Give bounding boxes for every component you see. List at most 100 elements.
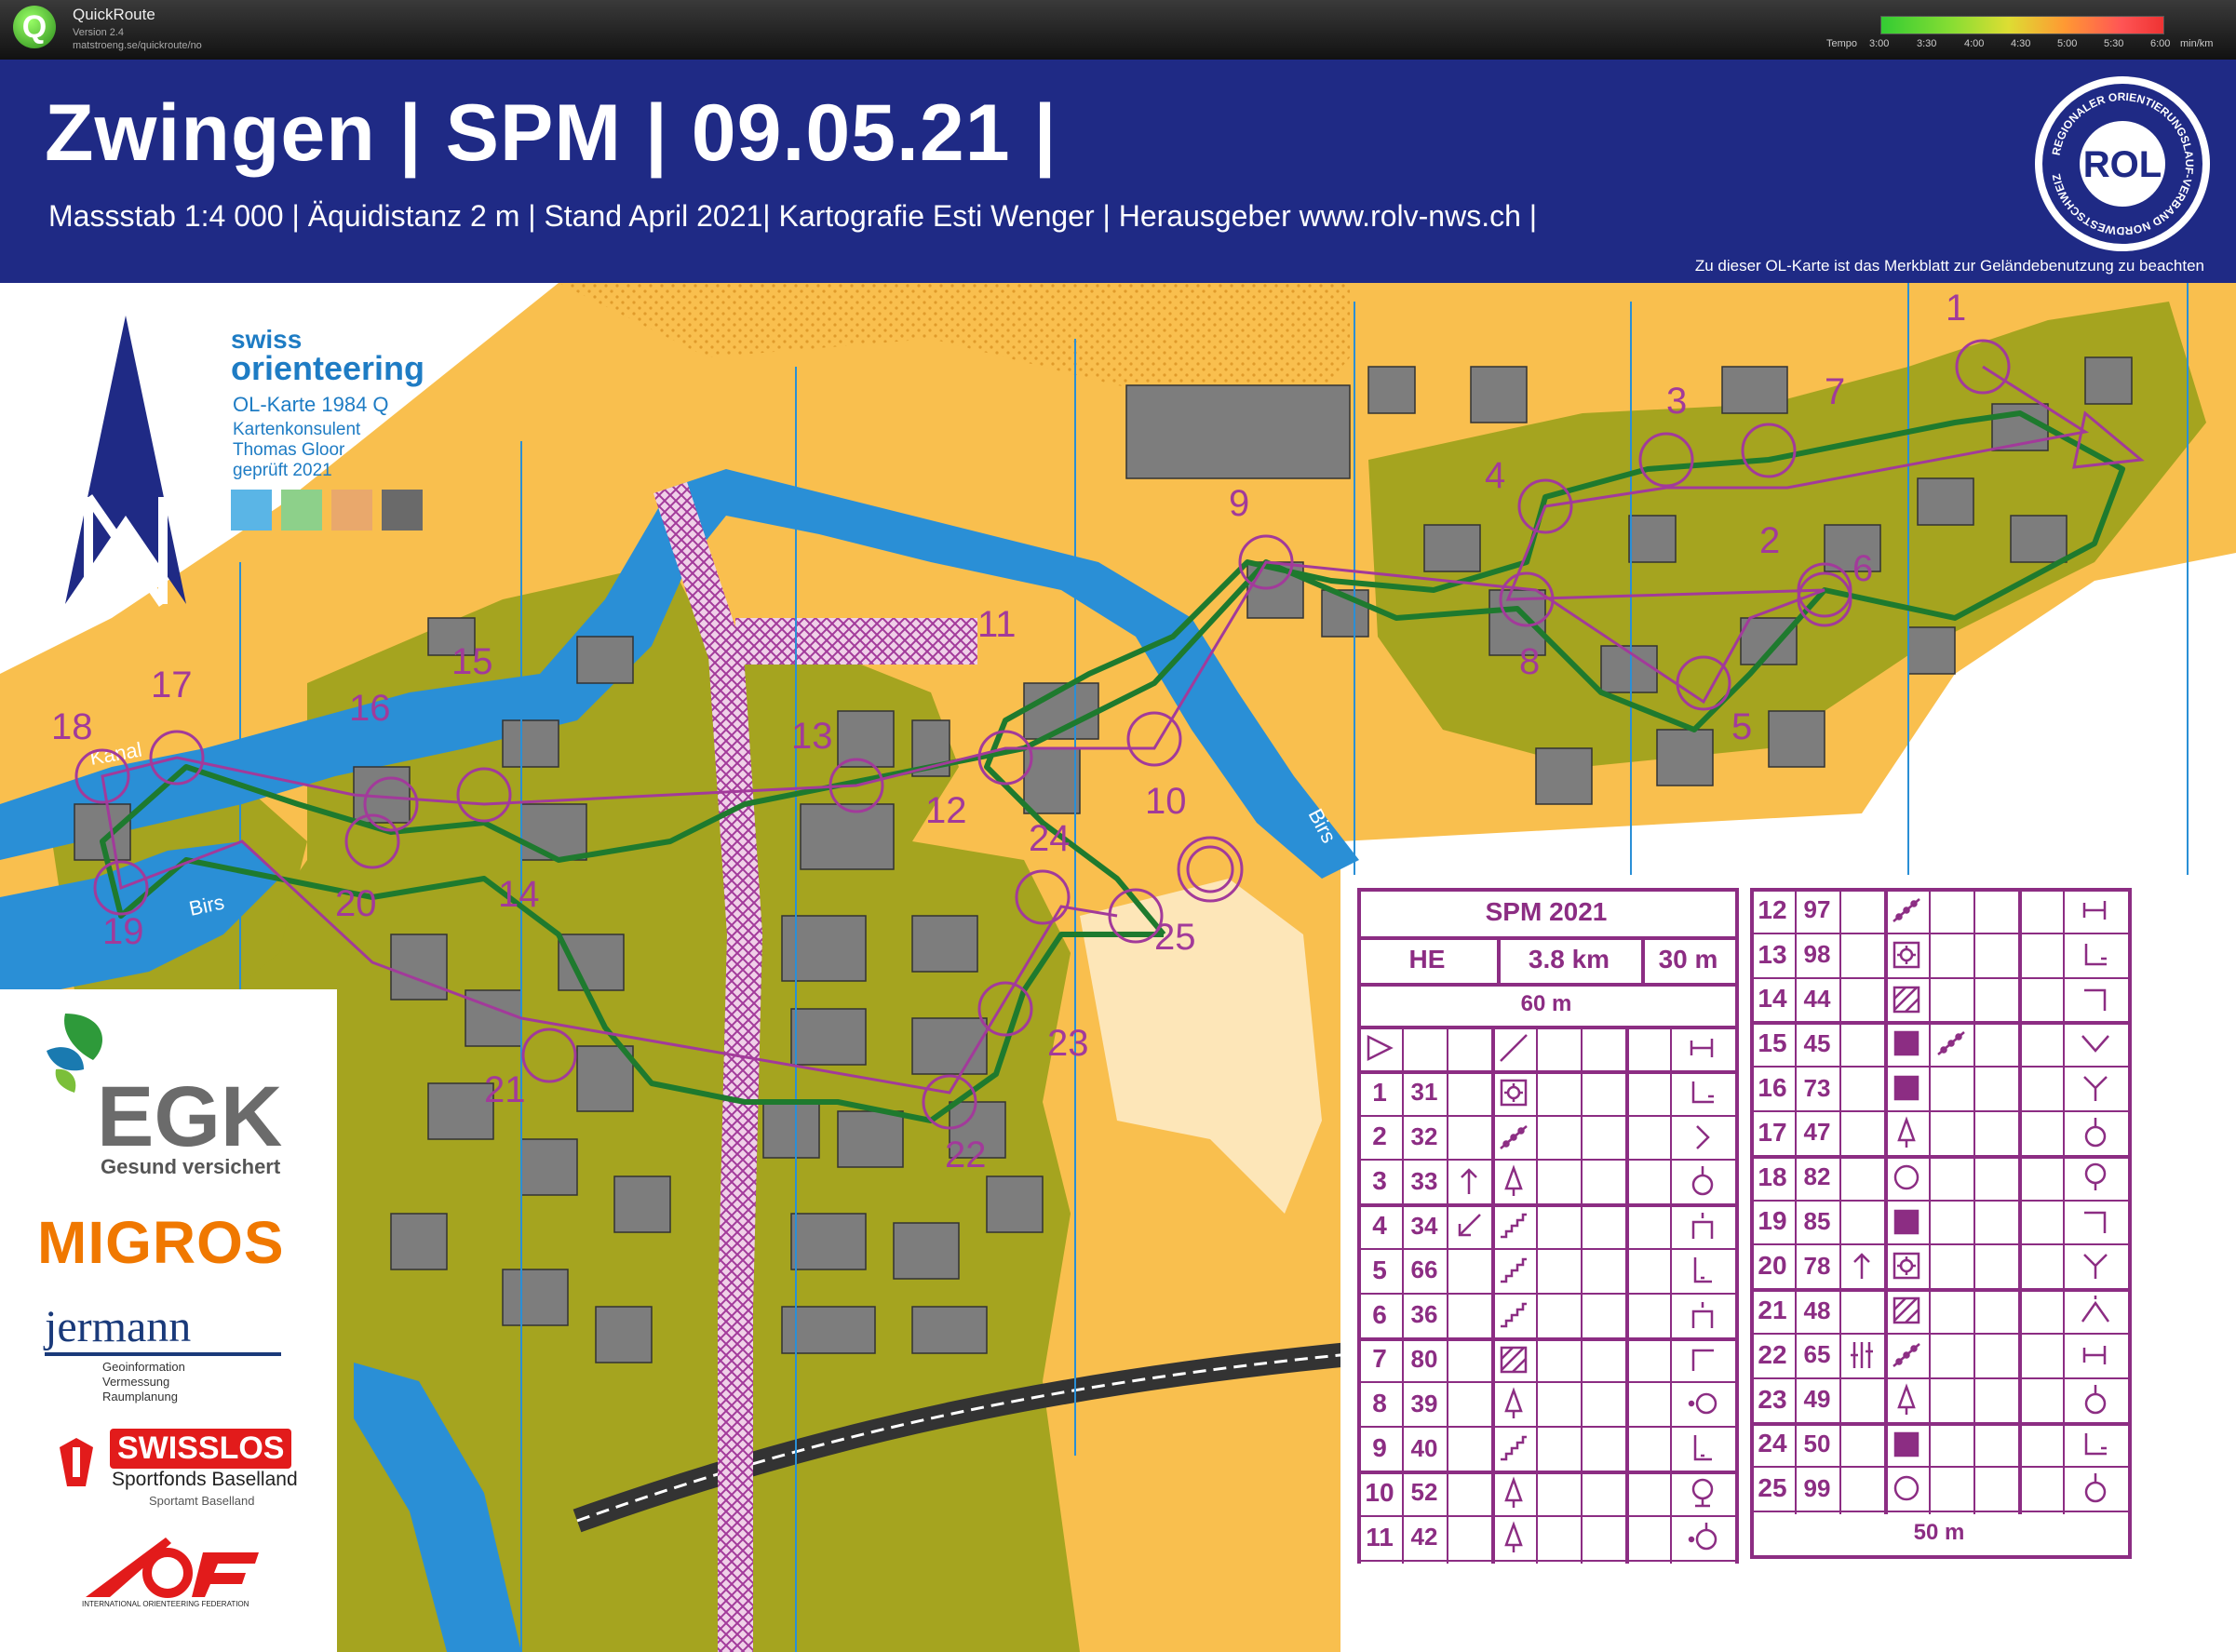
west-side-icon: [1688, 1393, 1717, 1415]
tree-icon: [1504, 1476, 1523, 1508]
description-title: SPM 2021: [1485, 897, 1608, 926]
north-arrow-icon: [1461, 1168, 1477, 1195]
description-grid-line: [1750, 888, 1754, 1560]
description-grid-line: [2063, 888, 2065, 1515]
west-foot-icon: [1688, 1522, 1717, 1550]
hedge-icon: [1893, 897, 1920, 922]
corner-south-east-icon: [2084, 1432, 2107, 1455]
filled-square-icon: [1893, 1031, 1919, 1056]
finish-distance: 50 m: [1913, 1520, 1965, 1546]
description-grid-line: [2018, 888, 2022, 1515]
start-triangle-icon: [1367, 1034, 1394, 1061]
control-code: 39: [1410, 1389, 1438, 1417]
control-row-number: 14: [1758, 984, 1787, 1014]
control-code: 31: [1410, 1078, 1438, 1107]
description-grid-line: [1973, 888, 1975, 1515]
control-code: 80: [1410, 1344, 1438, 1373]
foot-icon: [1691, 1166, 1714, 1196]
control-code: 45: [1803, 1028, 1831, 1057]
control-code: 33: [1410, 1166, 1438, 1195]
control-code: 40: [1410, 1433, 1438, 1462]
tree-icon: [1897, 1383, 1916, 1415]
junction-icon: [2083, 1254, 2108, 1280]
stairway-icon: [1501, 1213, 1527, 1239]
corner-north-west-icon: [1691, 1349, 1714, 1371]
top-icon: [1691, 1301, 1714, 1328]
control-row-number: 22: [1758, 1339, 1787, 1369]
control-row-number: 11: [1366, 1522, 1394, 1551]
course-climb: 30 m: [1658, 945, 1718, 974]
upper-part-icon: [2081, 1296, 2110, 1323]
description-grid-line: [1581, 1029, 1583, 1564]
foot-top-icon: [1691, 1478, 1714, 1508]
control-code: 66: [1410, 1256, 1438, 1284]
corner-north-east-icon: [2084, 1211, 2107, 1233]
corner-south-east-icon: [2084, 943, 2107, 965]
corner-south-east-icon: [1691, 1081, 1714, 1103]
top-icon: [1691, 1213, 1714, 1240]
foot-icon: [2084, 1473, 2107, 1503]
control-code: 97: [1803, 895, 1831, 924]
description-grid-line: [1497, 936, 1501, 983]
control-code: 52: [1410, 1478, 1438, 1507]
description-grid-line: [1641, 936, 1645, 983]
control-code: 44: [1803, 984, 1831, 1013]
control-code: 78: [1803, 1251, 1831, 1280]
control-row-number: 25: [1758, 1473, 1787, 1503]
description-grid-line: [2128, 888, 2132, 1560]
hedge-icon: [1893, 1342, 1920, 1367]
control-code: 65: [1803, 1340, 1831, 1369]
end-icon: [2082, 900, 2107, 920]
north-arrow-icon: [1853, 1253, 1870, 1280]
description-grid-line: [1447, 1029, 1448, 1564]
description-grid-line: [1491, 1029, 1495, 1564]
control-row-number: 12: [1758, 894, 1787, 924]
description-grid-line: [1839, 888, 1841, 1515]
tree-icon: [1897, 1116, 1916, 1148]
description-grid-line: [1536, 1029, 1538, 1564]
control-row-number: 18: [1758, 1162, 1787, 1191]
control-row-number: 19: [1758, 1206, 1787, 1236]
course-class: HE: [1408, 945, 1446, 974]
quickroute-window: Q QuickRoute Version 2.4 matstroeng.se/q…: [0, 0, 2236, 1652]
filled-square-icon: [1893, 1209, 1919, 1234]
control-code: 82: [1803, 1162, 1831, 1191]
control-code: 36: [1410, 1300, 1438, 1329]
description-grid-line: [1750, 1555, 2128, 1560]
hatched-area-icon: [1893, 986, 1920, 1013]
east-side-icon: [1696, 1124, 1710, 1149]
control-code: 42: [1410, 1523, 1438, 1551]
control-code: 73: [1803, 1073, 1831, 1102]
top-foot-icon: [2084, 1162, 2107, 1190]
description-grid-line: [1357, 1559, 1735, 1562]
hatched-area-icon: [1893, 1296, 1920, 1324]
description-grid-line: [1402, 1029, 1404, 1564]
description-grid-line: [1735, 888, 1739, 1564]
control-row-number: 23: [1758, 1384, 1787, 1414]
corner-north-east-icon: [2084, 988, 2107, 1011]
control-row-number: 8: [1372, 1389, 1387, 1418]
control-row-number: 3: [1372, 1166, 1387, 1196]
circle-icon: [1893, 1476, 1919, 1501]
start-distance: 60 m: [1520, 991, 1572, 1016]
control-row-number: 4: [1372, 1211, 1387, 1241]
control-code: 50: [1803, 1429, 1831, 1457]
control-code: 49: [1803, 1385, 1831, 1414]
description-grid-line: [1357, 888, 1361, 1564]
control-row-number: 17: [1758, 1117, 1787, 1147]
foot-icon: [2084, 1117, 2107, 1148]
control-row-number: 7: [1372, 1344, 1387, 1374]
description-grid-line: [1929, 888, 1931, 1515]
control-row-number: 24: [1758, 1429, 1787, 1458]
control-code: 99: [1803, 1473, 1831, 1502]
diagonal-line-icon: [1500, 1034, 1528, 1062]
hedge-icon: [1500, 1124, 1528, 1149]
control-code: 48: [1803, 1296, 1831, 1324]
control-row-number: 15: [1758, 1028, 1787, 1058]
foot-icon: [2084, 1384, 2107, 1414]
filled-square-icon: [1893, 1075, 1919, 1101]
hedge-icon: [1937, 1031, 1965, 1056]
control-row-number: 1: [1372, 1077, 1387, 1107]
junction-icon: [2083, 1076, 2108, 1102]
description-grid-line: [1884, 888, 1888, 1515]
